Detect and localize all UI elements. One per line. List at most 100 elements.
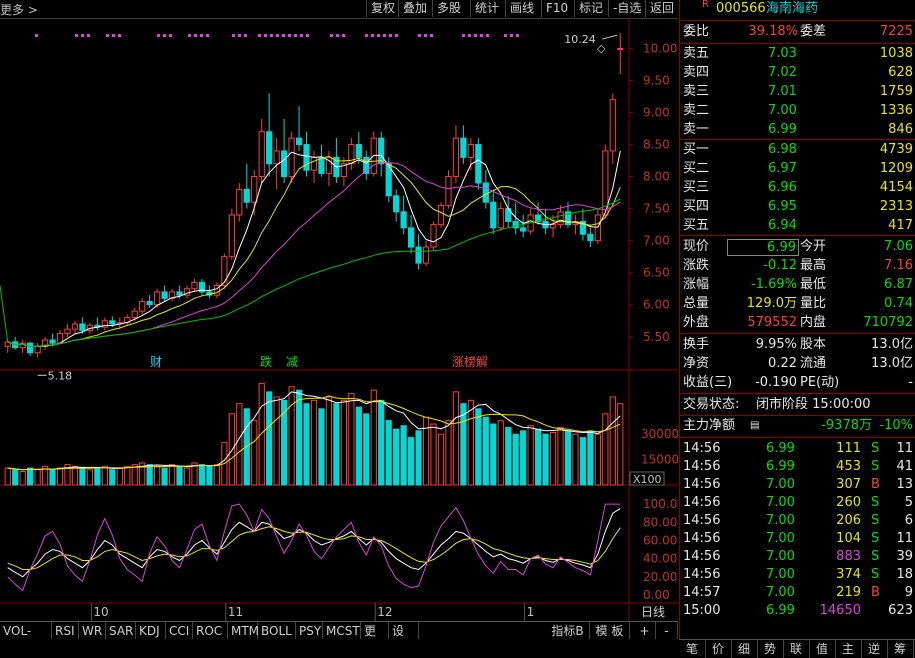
tick-count: 9 bbox=[904, 585, 913, 600]
more-menu-button[interactable]: 更多 > bbox=[0, 1, 38, 18]
toolbar-button-4[interactable]: 画线 bbox=[505, 0, 538, 17]
event-label[interactable]: 财 bbox=[150, 355, 162, 369]
toolbar-button-0[interactable]: 复权 bbox=[366, 0, 399, 17]
panel-tab-6[interactable]: 主 bbox=[835, 640, 862, 658]
event-label[interactable]: 减 bbox=[286, 355, 298, 369]
toolbar-button-1[interactable]: 叠加 bbox=[398, 0, 431, 17]
tab-right-1[interactable]: 模 板 bbox=[590, 622, 630, 640]
volume-bar bbox=[557, 426, 564, 486]
indicator-tab-12[interactable]: 设置 bbox=[389, 622, 419, 656]
quote-value: -0.12 bbox=[763, 258, 797, 273]
volume-bar bbox=[19, 470, 26, 486]
indicator-tab-8[interactable]: BOLL bbox=[258, 622, 296, 640]
candle bbox=[422, 240, 430, 267]
quote-row: 涨跌 -0.12 最高 7.16 bbox=[683, 258, 913, 273]
indicator-tab-7[interactable]: MTM bbox=[228, 622, 259, 640]
volume-bar bbox=[168, 464, 176, 486]
panel-tab-8[interactable]: 筹 bbox=[887, 640, 914, 658]
tick-count: 5 bbox=[904, 495, 913, 510]
event-marker bbox=[35, 34, 38, 37]
tick-price: 7.00 bbox=[766, 495, 795, 510]
panel-tab-0[interactable]: 笔 bbox=[679, 640, 706, 658]
toolbar-button-8[interactable]: 返回 bbox=[645, 0, 678, 17]
tab-right-3[interactable]: - bbox=[656, 622, 678, 640]
quote-panel: R 000566 海南海药 委比 39.18% 委差 7225 卖五 7.03 10… bbox=[679, 0, 915, 639]
candle bbox=[572, 215, 579, 235]
volume-axis-tick: 15000 bbox=[641, 453, 678, 467]
indicator-tab-1[interactable]: RSI bbox=[52, 622, 79, 640]
toolbar-button-3[interactable]: 统计 bbox=[470, 0, 503, 17]
candle bbox=[363, 150, 370, 180]
panel-tab-7[interactable]: 逆 bbox=[861, 640, 888, 658]
toolbar-button-7[interactable]: -自选 bbox=[608, 0, 645, 17]
candle bbox=[542, 208, 549, 235]
event-marker bbox=[232, 34, 235, 37]
indicator-axis-tick: 100.00 bbox=[643, 497, 678, 511]
candle bbox=[27, 341, 34, 356]
candle bbox=[258, 118, 265, 183]
event-marker bbox=[163, 34, 166, 37]
candle bbox=[497, 202, 504, 232]
tab-right-2[interactable]: + bbox=[634, 622, 656, 640]
volume-bar bbox=[497, 420, 504, 486]
toolbar-button-6[interactable]: 标记 bbox=[574, 0, 607, 17]
tick-side: S bbox=[871, 441, 880, 456]
toolbar-button-2[interactable]: 多股 bbox=[432, 0, 465, 17]
indicator-tab-9[interactable]: PSY bbox=[296, 622, 323, 640]
volume-bar bbox=[393, 428, 400, 486]
kdj-k-line bbox=[7, 508, 621, 578]
diamond-icon[interactable]: ◇ bbox=[597, 42, 606, 55]
quote-value: 6.99 bbox=[727, 239, 799, 256]
ma60-line bbox=[0, 198, 621, 347]
net-flow-row[interactable]: 主力净额 ▤ -9378万 -10% bbox=[680, 417, 915, 435]
tick-time: 14:56 bbox=[683, 495, 721, 510]
volume-bar bbox=[198, 464, 206, 486]
tick-volume: 307 bbox=[836, 477, 861, 492]
period-label[interactable]: 日线 bbox=[641, 605, 665, 619]
volume-bar bbox=[318, 408, 325, 486]
quote-value: 710792 bbox=[863, 315, 913, 330]
sell-level-row: 卖三 7.01 1759 bbox=[683, 84, 913, 99]
indicator-tab-0[interactable]: VOL-TDX bbox=[0, 622, 52, 656]
indicator-tab-4[interactable]: KDJ bbox=[136, 622, 166, 640]
volume-bar bbox=[542, 433, 549, 486]
event-label[interactable]: 跌 bbox=[260, 354, 272, 369]
indicator-tab-2[interactable]: WR bbox=[79, 622, 106, 640]
volume-bar bbox=[333, 403, 340, 486]
indicator-tab-3[interactable]: SAR bbox=[106, 622, 136, 640]
tab-right-0[interactable]: 指标B bbox=[546, 622, 590, 640]
tick-side: S bbox=[871, 513, 880, 528]
panel-tab-1[interactable]: 价 bbox=[705, 640, 732, 658]
event-marker bbox=[389, 34, 392, 37]
list-icon[interactable]: ▤ bbox=[750, 417, 759, 435]
indicator-tab-10[interactable]: MCST bbox=[323, 622, 361, 640]
event-marker bbox=[118, 34, 121, 37]
indicator-tab-11[interactable]: 更多 bbox=[361, 622, 389, 656]
price-axis-tick: 8.50 bbox=[643, 138, 670, 152]
tick-time: 14:56 bbox=[683, 441, 721, 456]
candle bbox=[41, 336, 49, 350]
volume-bar bbox=[490, 423, 497, 486]
candle bbox=[124, 314, 131, 326]
indicator-tab-5[interactable]: CCI bbox=[166, 622, 193, 640]
candle bbox=[437, 202, 445, 228]
event-marker bbox=[157, 34, 160, 37]
quote-value: 7.06 bbox=[884, 239, 913, 254]
panel-tab-3[interactable]: 势 bbox=[757, 640, 784, 658]
toolbar-button-5[interactable]: F10 bbox=[541, 0, 572, 17]
volume-bar bbox=[452, 391, 460, 486]
indicator-tab-6[interactable]: ROC bbox=[193, 622, 228, 640]
panel-tab-5[interactable]: 值 bbox=[809, 640, 836, 658]
event-label[interactable]: 涨榜解 bbox=[452, 354, 488, 369]
panel-tab-2[interactable]: 细 bbox=[731, 640, 758, 658]
event-marker bbox=[424, 34, 427, 37]
quote-row: 现价 6.99 今开 7.06 bbox=[683, 239, 913, 256]
volume-bar bbox=[124, 465, 131, 486]
event-marker bbox=[87, 34, 90, 37]
event-marker bbox=[200, 34, 203, 37]
panel-tab-4[interactable]: 联 bbox=[783, 640, 810, 658]
kline-chart-area[interactable]: 10.009.509.008.508.007.507.006.506.005.5… bbox=[0, 18, 678, 621]
quote-value: 6.87 bbox=[884, 277, 913, 292]
candle bbox=[490, 189, 497, 235]
net-flow-pct: -10% bbox=[879, 418, 913, 433]
